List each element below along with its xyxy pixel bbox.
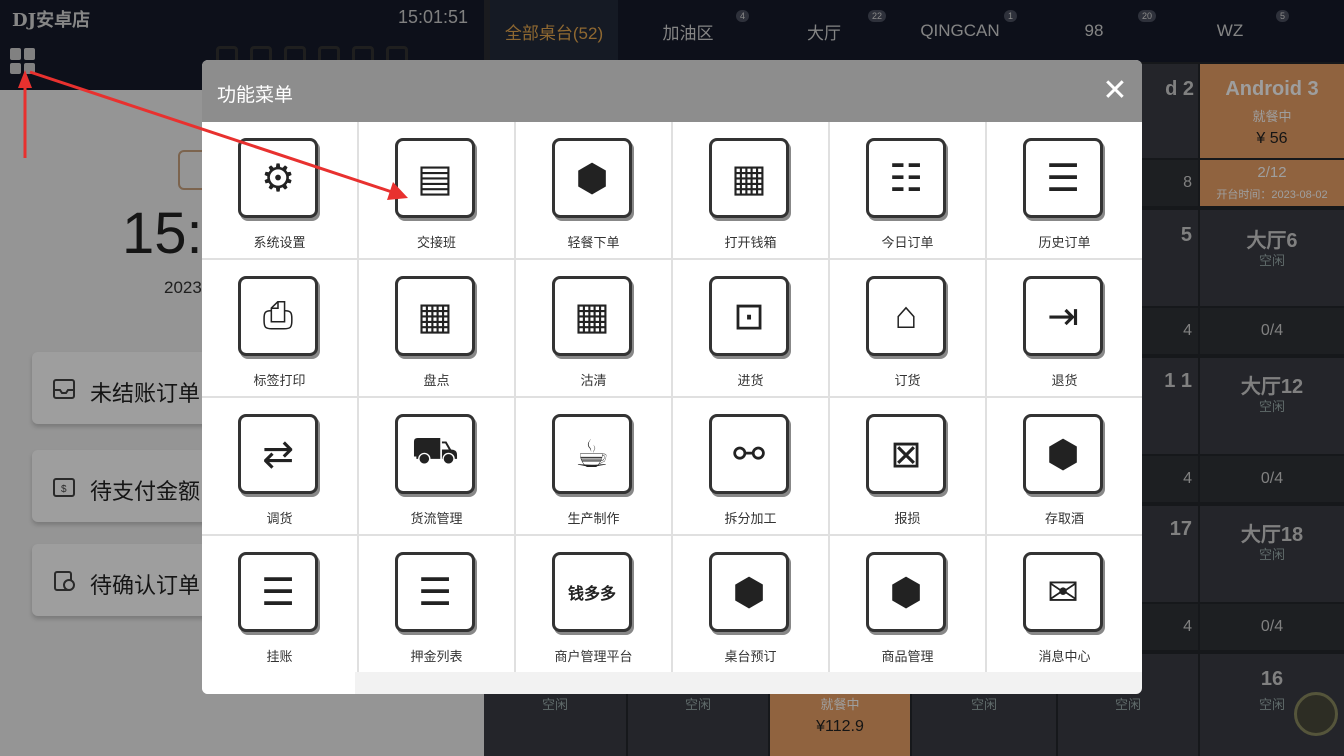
arrow-to-shift bbox=[29, 70, 393, 194]
pos-app: DJ安卓店 15:01:51 15: 2023 未结账订单 $ 待支付金额 待确… bbox=[0, 0, 1344, 756]
arrow-head bbox=[387, 182, 408, 200]
annotation-arrows bbox=[18, 70, 408, 200]
